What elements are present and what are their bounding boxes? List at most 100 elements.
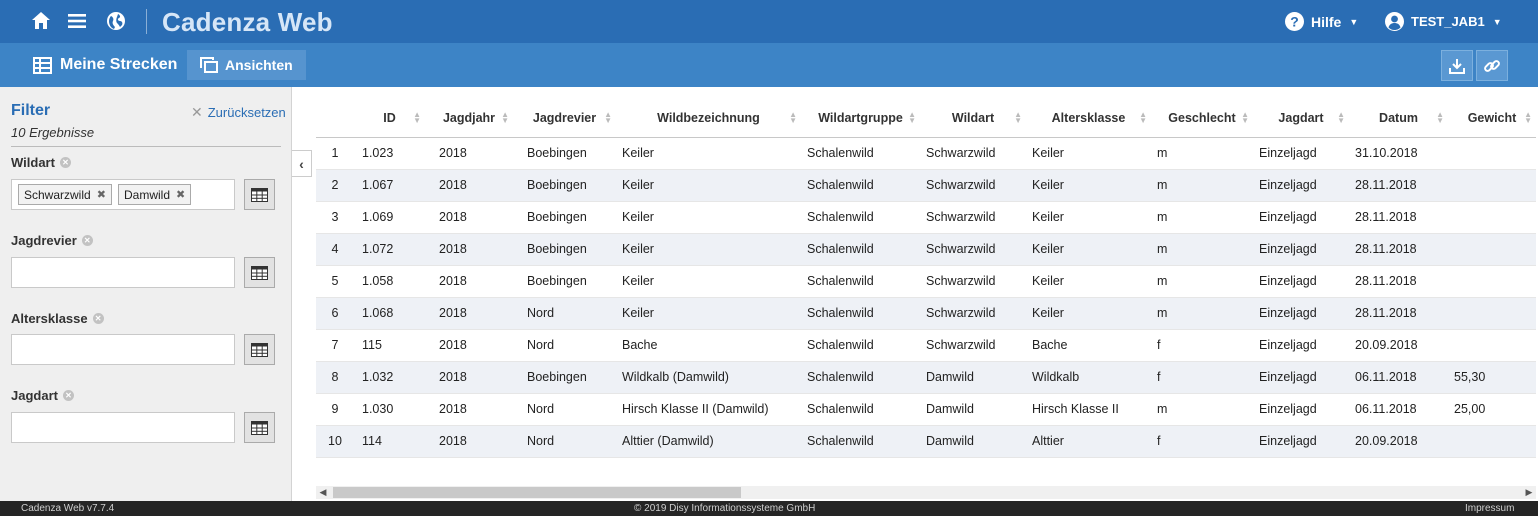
user-menu[interactable]: TEST_JAB1 ▼ [1384,0,1502,43]
table-row[interactable]: 2 1.067 2018 Boebingen Keiler Schalenwild Schw… [316,169,1536,202]
column-header[interactable]: Jagdjahr ▲ ▼ [425,100,513,138]
table-cell: Schalenwild [801,297,920,330]
caret-down-icon: ▼ [1492,16,1502,27]
table-cell: Wildkalb (Damwild) [616,361,801,394]
table-cell: 2018 [425,361,513,394]
sort-icon[interactable]: ▲ ▼ [1524,111,1532,125]
collapse-sidebar-button[interactable]: ‹ [292,150,312,177]
wildart-select-button[interactable] [244,179,275,210]
table-cell [1448,169,1536,202]
sort-icon[interactable]: ▲ ▼ [1139,111,1147,125]
table-cell: Bache [616,329,801,362]
jagdart-filter-input[interactable] [11,412,235,443]
table-row[interactable]: 6 1.068 2018 Nord Keiler Schalenwild Schwarzwi… [316,297,1536,330]
altersklasse-filter-input[interactable] [11,334,235,365]
clear-filter-icon[interactable]: ✕ [81,235,93,246]
table-cell: Einzeljagd [1253,297,1349,330]
close-icon: ✕ [191,104,203,120]
altersklasse-select-button[interactable] [244,334,275,365]
column-header[interactable]: Wildartgruppe ▲ ▼ [801,100,920,138]
help-menu[interactable]: ? Hilfe ▼ [1284,0,1358,43]
table-cell: 2018 [425,297,513,330]
column-header[interactable]: Datum ▲ ▼ [1349,100,1448,138]
table-cell: Einzeljagd [1253,329,1349,362]
jagdrevier-filter-input[interactable] [11,257,235,288]
table-cell: Hirsch Klasse II (Damwild) [616,393,801,426]
row-number: 6 [316,297,354,330]
column-header[interactable]: Gewicht ▲ ▼ [1448,100,1536,138]
column-header[interactable]: Wildbezeichnung ▲ ▼ [616,100,801,138]
table-row[interactable]: 3 1.069 2018 Boebingen Keiler Schalenwild Schw… [316,201,1536,234]
remove-tag-icon[interactable]: ✖ [97,188,106,201]
view-title: Meine Strecken [60,56,178,73]
table-cell: Schalenwild [801,137,920,170]
table-icon [33,56,52,74]
table-cell: 1.069 [354,201,425,234]
wildart-filter-input[interactable]: Schwarzwild ✖ Damwild ✖ [11,179,235,210]
table-cell: Einzeljagd [1253,265,1349,298]
table-view-title: Meine Strecken [33,43,177,87]
filter-title: Filter [11,102,51,119]
jagdrevier-select-button[interactable] [244,257,275,288]
table-cell: Einzeljagd [1253,361,1349,394]
sort-icon[interactable]: ▲ ▼ [1241,111,1249,125]
table-row[interactable]: 7 115 2018 Nord Bache Schalenwild Schwarzwild B… [316,329,1536,362]
clear-filter-icon[interactable]: ✕ [92,313,104,324]
impressum-link[interactable]: Impressum [1465,503,1514,514]
table-cell: 1.030 [354,393,425,426]
table-row[interactable]: 9 1.030 2018 Nord Hirsch Klasse II (Damwild)… [316,393,1536,426]
scroll-left-icon[interactable]: ◀ [316,486,330,499]
row-number: 1 [316,137,354,170]
reset-filter-link[interactable]: ✕ Zurücksetzen [191,104,286,121]
sort-icon[interactable]: ▲ ▼ [604,111,612,125]
table-row[interactable]: 10 114 2018 Nord Alttier (Damwild) Schalenwil… [316,425,1536,458]
table-cell: 06.11.2018 [1349,393,1448,426]
table-row[interactable]: 4 1.072 2018 Boebingen Keiler Schalenwild Schw… [316,233,1536,266]
jagdart-select-button[interactable] [244,412,275,443]
column-header[interactable]: Wildart ▲ ▼ [920,100,1026,138]
top-navigation-bar: Cadenza Web ? Hilfe ▼ TEST_JAB1 ▼ [0,0,1538,43]
sort-icon[interactable]: ▲ ▼ [1014,111,1022,125]
column-header-label: Wildartgruppe [818,111,903,126]
home-icon[interactable] [30,10,52,32]
filter-label-jagdart: Jagdart ✕ [11,388,74,403]
table-row[interactable]: 1 1.023 2018 Boebingen Keiler Schalenwild Schw… [316,137,1536,170]
sort-icon[interactable]: ▲ ▼ [1337,111,1345,125]
views-button[interactable]: Ansichten [187,50,306,80]
filter-sidebar: Filter ✕ Zurücksetzen 10 Ergebnisse Wild… [0,87,292,501]
sort-icon[interactable]: ▲ ▼ [1436,111,1444,125]
table-cell: Schalenwild [801,201,920,234]
scrollbar-thumb[interactable] [333,487,741,498]
filter-label-altersklasse: Altersklasse ✕ [11,311,104,326]
column-header-label: Geschlecht [1168,111,1236,126]
table-row[interactable]: 5 1.058 2018 Boebingen Keiler Schalenwild Schw… [316,265,1536,298]
sort-icon[interactable]: ▲ ▼ [501,111,509,125]
row-number: 2 [316,169,354,202]
column-header[interactable]: Geschlecht ▲ ▼ [1151,100,1253,138]
column-header[interactable]: ID ▲ ▼ [354,100,425,138]
table-cell: Hirsch Klasse II [1026,393,1151,426]
sort-icon[interactable]: ▲ ▼ [908,111,916,125]
column-header[interactable]: Jagdart ▲ ▼ [1253,100,1349,138]
table-cell: 1.072 [354,233,425,266]
table-row[interactable]: 8 1.032 2018 Boebingen Wildkalb (Damwild) Sch… [316,361,1536,394]
clear-filter-icon[interactable]: ✕ [62,390,74,401]
remove-tag-icon[interactable]: ✖ [176,188,185,201]
column-header[interactable]: Jagdrevier ▲ ▼ [513,100,616,138]
table-cell: Keiler [616,169,801,202]
clear-filter-icon[interactable]: ✕ [59,157,71,168]
workspace-toolbar: Meine Strecken Ansichten [0,43,1538,87]
table-cell: 2018 [425,329,513,362]
link-button[interactable] [1476,50,1508,81]
download-button[interactable] [1441,50,1473,81]
sort-icon[interactable]: ▲ ▼ [413,111,421,125]
column-header[interactable]: Altersklasse ▲ ▼ [1026,100,1151,138]
globe-icon[interactable] [105,10,127,32]
scroll-right-icon[interactable]: ▶ [1522,486,1536,499]
horizontal-scrollbar[interactable]: ◀ ▶ [316,486,1536,499]
app-brand[interactable]: Cadenza Web [162,7,333,38]
menu-icon[interactable] [66,10,88,32]
row-number: 3 [316,201,354,234]
sort-icon[interactable]: ▲ ▼ [789,111,797,125]
table-cell [1448,297,1536,330]
